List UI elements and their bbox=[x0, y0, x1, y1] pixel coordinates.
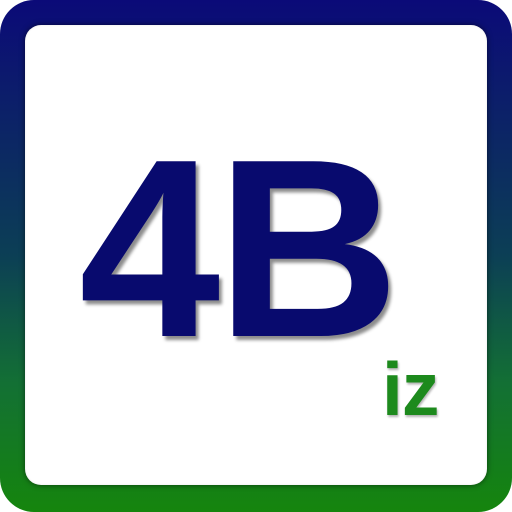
app-icon-frame: 4B iz bbox=[0, 0, 512, 512]
logo-main-text: 4B bbox=[79, 106, 400, 390]
logo-sub-text: iz bbox=[382, 347, 439, 431]
app-icon-background: 4B iz bbox=[25, 25, 487, 485]
